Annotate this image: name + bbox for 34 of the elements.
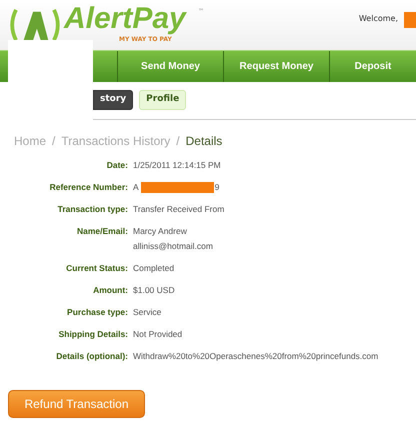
field-value: Marcy Andrew — [133, 225, 187, 238]
redaction-block — [404, 12, 416, 28]
field-label: Date: — [106, 159, 129, 172]
field-value: Not Provided — [133, 328, 182, 341]
field-value: Service — [133, 306, 162, 319]
field-value: 1/25/2011 12:14:15 PM — [133, 159, 221, 172]
field-label: Name/Email: — [76, 225, 129, 238]
breadcrumb-separator: / — [52, 134, 56, 148]
field-label: Details (optional): — [55, 350, 129, 363]
breadcrumb-separator: / — [176, 134, 180, 148]
sub-tab[interactable]: story — [93, 90, 134, 110]
field-label: Amount: — [92, 284, 129, 297]
logo-wordmark: AlertPay — [64, 4, 186, 34]
field-label: Shipping Details: — [58, 328, 129, 341]
nav-item[interactable]: Deposit — [330, 51, 416, 82]
nav-item[interactable]: Request Money — [224, 51, 330, 82]
refund-button[interactable]: Refund Transaction — [8, 390, 145, 418]
field-value: Transfer Received From — [133, 203, 224, 216]
field-label: Current Status: — [65, 262, 129, 275]
field-value: Withdraw%20to%20Operaschenes%20from%20princefunds.com — [133, 350, 378, 363]
field-value: alliniss@hotmail.com — [133, 240, 213, 253]
sub-tab[interactable]: Profile — [139, 90, 186, 110]
field-value: $1.00 USD — [133, 284, 175, 297]
breadcrumb-item[interactable]: Transactions History — [61, 134, 170, 148]
breadcrumb-item[interactable]: Details — [186, 134, 222, 148]
field-label: Reference Number: — [48, 181, 129, 194]
field-label: Transaction type: — [56, 203, 129, 216]
breadcrumb-item[interactable]: Home — [14, 134, 46, 148]
field-value: Completed — [133, 262, 174, 275]
nav-item[interactable]: Send Money — [118, 51, 224, 82]
welcome-text: Welcome, — [358, 14, 398, 25]
field-value: 9 — [214, 181, 220, 194]
field-label: Purchase type: — [66, 306, 129, 319]
field-value: A — [133, 181, 139, 194]
